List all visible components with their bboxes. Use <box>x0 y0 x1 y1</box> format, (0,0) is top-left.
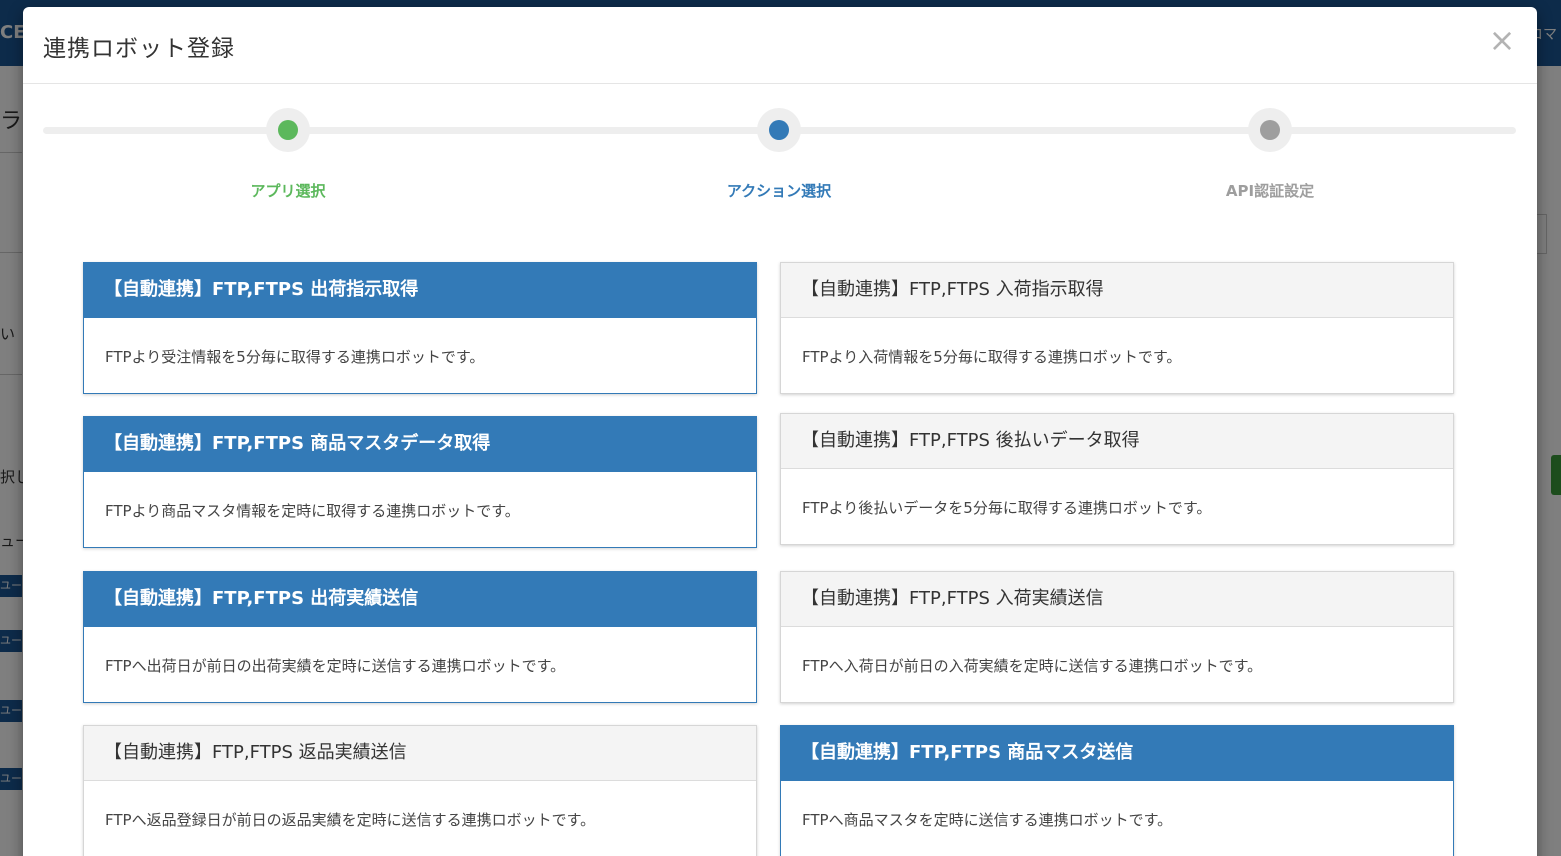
step-indicator-api-auth <box>1248 108 1292 152</box>
card-title: 【自動連携】FTP,FTPS 商品マスタデータ取得 <box>84 417 756 472</box>
card-title: 【自動連携】FTP,FTPS 出荷指示取得 <box>84 263 756 318</box>
card-description: FTPへ商品マスタを定時に送信する連携ロボットです。 <box>802 811 1173 829</box>
step-label-action-select: アクション選択 <box>726 182 832 200</box>
action-card-deferred-payment-fetch[interactable]: 【自動連携】FTP,FTPS 後払いデータ取得 FTPより後払いデータを5分毎に… <box>780 413 1454 545</box>
step-dot-pending <box>1260 120 1280 140</box>
action-card-receiving-results-send[interactable]: 【自動連携】FTP,FTPS 入荷実績送信 FTPへ入荷日が前日の入荷実績を定時… <box>780 571 1454 703</box>
action-card-return-results-send[interactable]: 【自動連携】FTP,FTPS 返品実績送信 FTPへ返品登録日が前日の返品実績を… <box>83 725 757 856</box>
card-title: 【自動連携】FTP,FTPS 返品実績送信 <box>84 726 756 781</box>
action-card-shipping-results-send[interactable]: 【自動連携】FTP,FTPS 出荷実績送信 FTPへ出荷日が前日の出荷実績を定時… <box>83 571 757 703</box>
card-title: 【自動連携】FTP,FTPS 入荷実績送信 <box>781 572 1453 627</box>
modal-title: 連携ロボット登録 <box>43 36 235 62</box>
action-card-receiving-instruction-fetch[interactable]: 【自動連携】FTP,FTPS 入荷指示取得 FTPより入荷情報を5分毎に取得する… <box>780 262 1454 394</box>
action-card-shipping-instruction-fetch[interactable]: 【自動連携】FTP,FTPS 出荷指示取得 FTPより受注情報を5分毎に取得する… <box>83 262 757 394</box>
card-title: 【自動連携】FTP,FTPS 出荷実績送信 <box>84 572 756 627</box>
step-indicator-app-select <box>266 108 310 152</box>
step-indicator-action-select <box>757 108 801 152</box>
action-card-product-master-fetch[interactable]: 【自動連携】FTP,FTPS 商品マスタデータ取得 FTPより商品マスタ情報を定… <box>83 416 757 548</box>
card-description: FTPより商品マスタ情報を定時に取得する連携ロボットです。 <box>105 502 520 520</box>
card-title: 【自動連携】FTP,FTPS 入荷指示取得 <box>781 263 1453 318</box>
card-description: FTPへ返品登録日が前日の返品実績を定時に送信する連携ロボットです。 <box>105 811 596 829</box>
card-description: FTPへ出荷日が前日の出荷実績を定時に送信する連携ロボットです。 <box>105 657 566 675</box>
card-description: FTPへ入荷日が前日の入荷実績を定時に送信する連携ロボットです。 <box>802 657 1263 675</box>
card-description: FTPより受注情報を5分毎に取得する連携ロボットです。 <box>105 348 485 366</box>
card-description: FTPより後払いデータを5分毎に取得する連携ロボットです。 <box>802 499 1212 517</box>
card-title: 【自動連携】FTP,FTPS 後払いデータ取得 <box>781 414 1453 469</box>
step-dot-completed <box>278 120 298 140</box>
register-robot-modal: 連携ロボット登録 × アプリ選択 アクション選択 API認証設定 【自動連携】F… <box>23 7 1537 856</box>
action-card-product-master-send[interactable]: 【自動連携】FTP,FTPS 商品マスタ送信 FTPへ商品マスタを定時に送信する… <box>780 725 1454 856</box>
card-title: 【自動連携】FTP,FTPS 商品マスタ送信 <box>781 726 1453 781</box>
card-description: FTPより入荷情報を5分毎に取得する連携ロボットです。 <box>802 348 1182 366</box>
step-label-app-select: アプリ選択 <box>250 182 326 200</box>
close-icon[interactable]: × <box>1487 24 1517 56</box>
modal-header: 連携ロボット登録 × <box>23 7 1537 84</box>
step-label-api-auth: API認証設定 <box>1225 182 1315 200</box>
step-dot-active <box>769 120 789 140</box>
